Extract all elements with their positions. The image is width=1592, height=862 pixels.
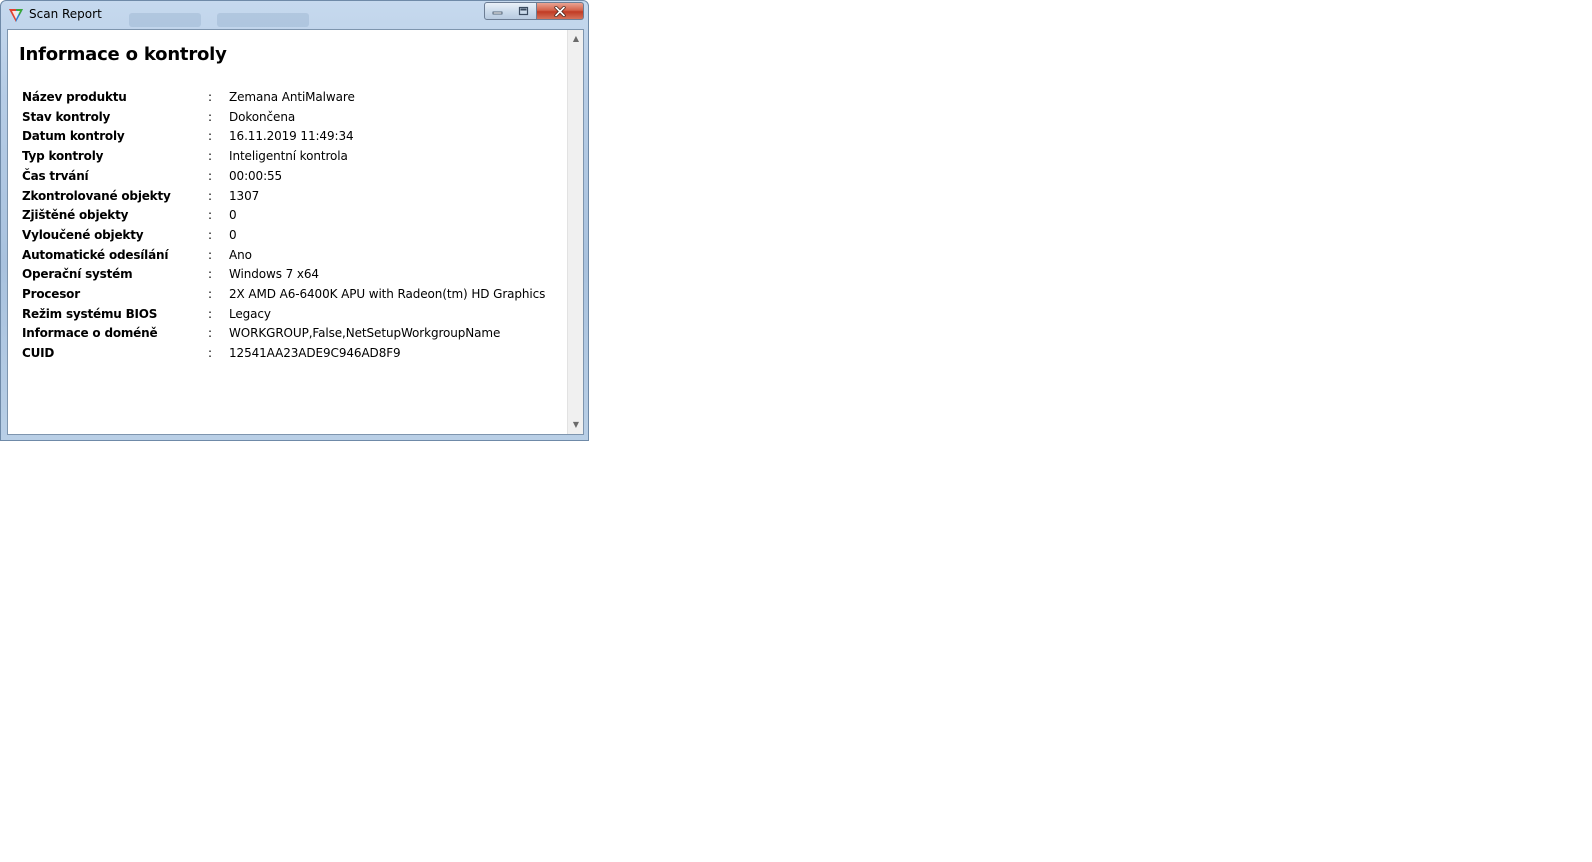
info-value: Legacy: [229, 306, 271, 321]
info-row: Procesor: 2X AMD A6-6400K APU with Radeon…: [22, 285, 545, 305]
info-label: Typ kontroly: [22, 149, 104, 164]
info-row: Zkontrolované objekty: 1307: [22, 187, 545, 207]
info-label: Procesor: [22, 287, 80, 302]
info-label: Vyloučené objekty: [22, 227, 144, 242]
info-value: 0: [229, 227, 237, 242]
vertical-scrollbar[interactable]: ▲ ▼: [567, 30, 583, 434]
info-row: Vyloučené objekty: 0: [22, 226, 545, 246]
info-row: Typ kontroly: Inteligentní kontrola: [22, 147, 545, 167]
zemana-logo-icon: [9, 9, 23, 22]
maximize-button[interactable]: [510, 2, 537, 20]
info-separator: :: [208, 129, 213, 144]
window-title: Scan Report: [29, 7, 102, 21]
info-label: Zkontrolované objekty: [22, 188, 171, 203]
minimize-icon: [492, 11, 503, 15]
background-tab: [217, 13, 309, 27]
info-value: Windows 7 x64: [229, 267, 319, 282]
info-separator: :: [208, 227, 213, 242]
info-label: Název produktu: [22, 90, 127, 104]
info-label: Stav kontroly: [22, 109, 111, 124]
info-label: Operační systém: [22, 267, 133, 282]
info-row: Čas trvání: 00:00:55: [22, 167, 545, 187]
info-row: Informace o doméně: WORKGROUP,False,NetSe…: [22, 324, 545, 344]
info-value: 00:00:55: [229, 168, 283, 183]
info-value: 1307: [229, 188, 260, 203]
report-document: Informace o kontroly Název produktu: Zema…: [8, 30, 568, 434]
info-separator: :: [208, 267, 213, 282]
title-bar[interactable]: Scan Report: [1, 1, 588, 29]
info-value: Dokončena: [229, 109, 296, 124]
info-value: Inteligentní kontrola: [229, 149, 348, 164]
scan-info-table: Název produktu: Zemana AntiMalware Stav ko…: [22, 88, 545, 364]
scroll-down-arrow-icon[interactable]: ▼: [568, 417, 583, 433]
info-separator: :: [208, 188, 213, 203]
info-value: 0: [229, 208, 237, 223]
report-heading: Informace o kontroly: [19, 44, 227, 65]
info-separator: :: [208, 149, 213, 164]
info-value: 16.11.2019 11:49:34: [229, 129, 354, 144]
info-row: Stav kontroly: Dokončena: [22, 108, 545, 128]
info-separator: :: [208, 208, 213, 223]
info-label: Informace o doméně: [22, 326, 158, 341]
info-value: WORKGROUP,False,NetSetupWorkgroupName: [229, 326, 501, 341]
info-value: 2X AMD A6-6400K APU with Radeon(tm) HD G…: [229, 287, 546, 302]
maximize-icon: [518, 6, 528, 16]
info-row: CUID: 12541AA23ADE9C946AD8F9: [22, 344, 545, 364]
minimize-button[interactable]: [484, 2, 511, 20]
info-label: Režim systému BIOS: [22, 306, 158, 321]
close-icon: [554, 5, 566, 17]
info-row: Automatické odesílání: Ano: [22, 246, 545, 266]
info-separator: :: [208, 287, 213, 302]
info-label: Datum kontroly: [22, 129, 125, 144]
info-row: Název produktu: Zemana AntiMalware: [22, 88, 545, 108]
info-separator: :: [208, 90, 213, 104]
info-separator: :: [208, 326, 213, 341]
info-separator: :: [208, 346, 213, 361]
info-row: Režim systému BIOS: Legacy: [22, 305, 545, 325]
info-separator: :: [208, 168, 213, 183]
info-separator: :: [208, 247, 213, 262]
info-value: Ano: [229, 247, 252, 262]
info-label: CUID: [22, 346, 55, 361]
scroll-up-arrow-icon[interactable]: ▲: [568, 31, 583, 47]
background-tab: [129, 13, 201, 27]
info-row: Datum kontroly: 16.11.2019 11:49:34: [22, 127, 545, 147]
info-row: Zjištěné objekty: 0: [22, 206, 545, 226]
info-label: Automatické odesílání: [22, 247, 169, 262]
info-value: 12541AA23ADE9C946AD8F9: [229, 346, 401, 361]
info-separator: :: [208, 306, 213, 321]
info-separator: :: [208, 109, 213, 124]
info-row: Operační systém: Windows 7 x64: [22, 265, 545, 285]
close-button[interactable]: [537, 2, 584, 20]
scan-report-window: Scan Report Informace o kontroly Název p…: [0, 0, 589, 441]
info-label: Zjištěné objekty: [22, 208, 129, 223]
report-content-area[interactable]: Informace o kontroly Název produktu: Zema…: [7, 29, 584, 435]
info-value: Zemana AntiMalware: [229, 90, 355, 104]
info-label: Čas trvání: [22, 168, 89, 183]
